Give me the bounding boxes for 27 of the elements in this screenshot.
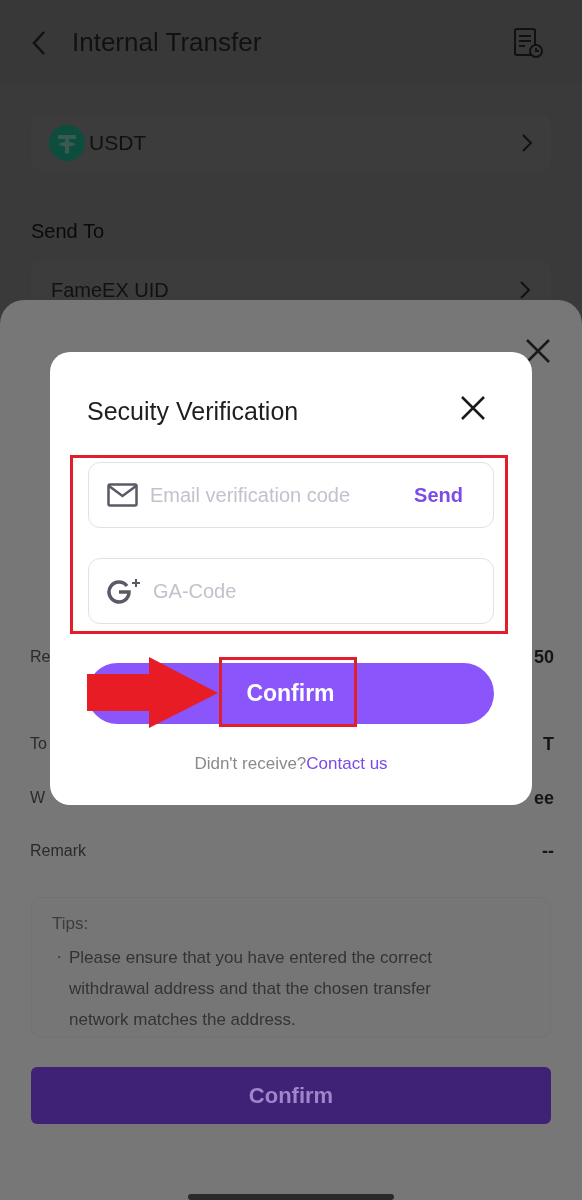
input-field[interactable]: Email verification code Send bbox=[88, 462, 494, 528]
text-input[interactable]: Email verification code bbox=[150, 480, 403, 510]
mail-icon bbox=[107, 483, 138, 507]
google-plus-icon bbox=[107, 578, 141, 604]
close-icon[interactable] bbox=[525, 338, 551, 364]
text-input[interactable]: GA-Code bbox=[153, 576, 463, 606]
row-label: Re bbox=[30, 647, 51, 668]
input-field[interactable]: GA-Code bbox=[88, 558, 494, 624]
row-value: ee bbox=[533, 786, 554, 810]
row-value: -- bbox=[542, 839, 554, 863]
row-label: Remark bbox=[30, 841, 86, 862]
dialog-title: Secuity Verification bbox=[87, 396, 299, 427]
row-label: To bbox=[30, 734, 47, 755]
row-label: W bbox=[30, 788, 46, 809]
footer-text: Didn't receive? bbox=[194, 754, 307, 773]
tips-title: Tips: bbox=[52, 913, 90, 936]
close-icon[interactable] bbox=[460, 395, 486, 421]
tip-text: Please ensure that you have entered the correct withdrawal address and that the chosen transfer network matches the address. bbox=[69, 947, 433, 1032]
coin-icon bbox=[49, 125, 85, 161]
bullet: ・ bbox=[52, 948, 67, 968]
contact-link[interactable]: Contact us bbox=[306, 754, 388, 773]
chevron-right-icon bbox=[521, 133, 533, 153]
send-code-button[interactable]: Send bbox=[414, 480, 463, 510]
row-value: T bbox=[543, 732, 554, 756]
confirm-button[interactable]: Confirm bbox=[31, 1067, 551, 1125]
chevron-right-icon bbox=[519, 280, 531, 300]
row-value: 50 bbox=[533, 645, 554, 669]
